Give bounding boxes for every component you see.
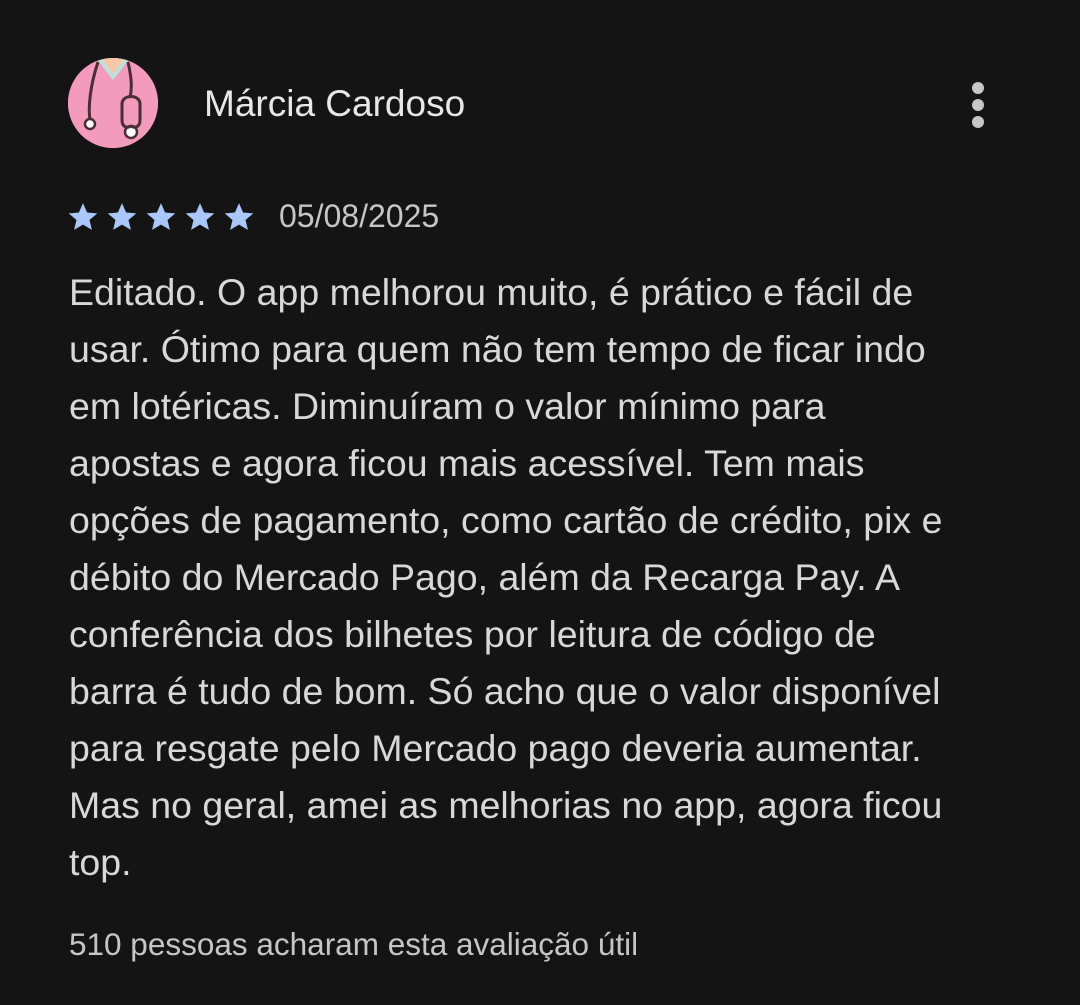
review-text-line: para resgate pelo Mercado pago deveria a…: [69, 727, 922, 769]
star-icon: [146, 203, 176, 230]
review-text-line: barra é tudo de bom. Só acho que o valor…: [69, 670, 941, 712]
review-text-line: Mas no geral, amei as melhorias no app, …: [69, 784, 943, 826]
more-options-button[interactable]: [950, 76, 1006, 134]
helpful-count: 510 pessoas acharam esta avaliação útil: [69, 926, 639, 962]
review-text-line: débito do Mercado Pago, além da Recarga …: [69, 556, 901, 598]
review-text: Editado. O app melhorou muito, é prático…: [69, 264, 1029, 891]
doctor-stethoscope-avatar-icon: [68, 58, 158, 148]
review-text-line: Editado. O app melhorou muito, é prático…: [69, 271, 914, 313]
more-vert-icon-dot: [972, 99, 984, 111]
review-text-line: opções de pagamento, como cartão de créd…: [69, 499, 943, 541]
author-name: Márcia Cardoso: [204, 83, 466, 124]
review-text-line: em lotéricas. Diminuíram o valor mínimo …: [69, 385, 826, 427]
star-icon: [185, 203, 215, 230]
author-avatar[interactable]: [68, 58, 158, 148]
review-text-line: conferência dos bilhetes por leitura de …: [69, 613, 876, 655]
more-vert-icon: [972, 82, 984, 94]
review-text-line: usar. Ótimo para quem não tem tempo de f…: [69, 328, 926, 370]
star-icon: [107, 203, 137, 230]
more-vert-icon-dot: [972, 116, 984, 128]
review-date: 05/08/2025: [279, 198, 440, 234]
star-icon: [224, 203, 254, 230]
review-text-line: top.: [69, 841, 132, 883]
star-icon: [68, 203, 98, 230]
star-rating: [66, 199, 261, 235]
review-card: Márcia Cardoso 05/08/2025 Editado. O app…: [0, 0, 1080, 1005]
review-text-line: apostas e agora ficou mais acessível. Te…: [69, 442, 865, 484]
